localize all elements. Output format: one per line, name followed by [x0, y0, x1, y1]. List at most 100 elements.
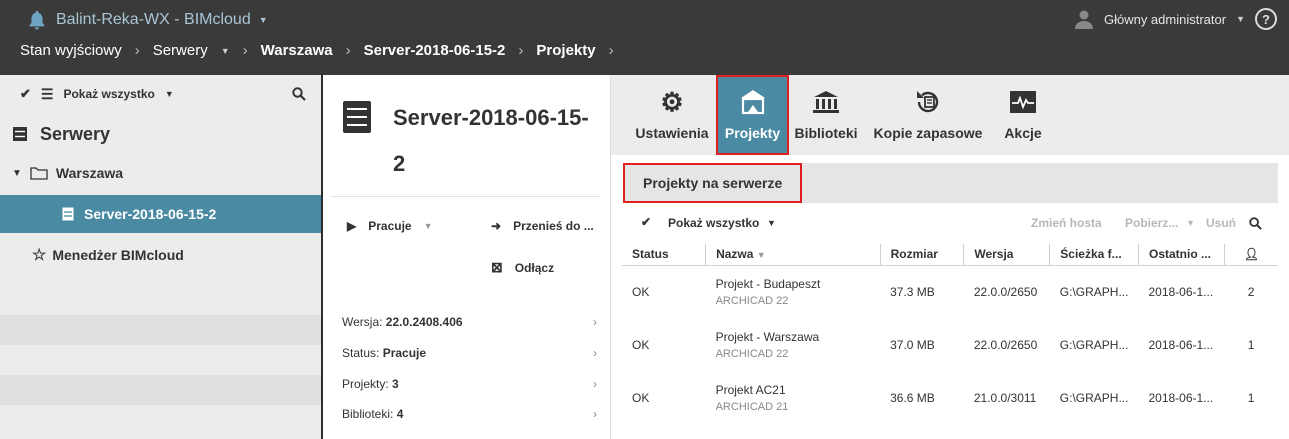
info-row-projects[interactable]: Projekty: 3 › — [342, 377, 597, 391]
caret-down-icon[interactable]: ▼ — [1236, 14, 1245, 24]
table-row[interactable]: OK Projekt - Warszawa ARCHICAD 22 37.0 MB… — [622, 318, 1278, 371]
sort-down-icon: ▼ — [756, 250, 766, 261]
tree-empty-row — [0, 375, 321, 405]
move-to-label: Przenieś do ... — [513, 219, 594, 233]
chevron-right-icon: › — [242, 42, 248, 59]
app-title-menu[interactable]: Balint-Reka-WX - BIMcloud ▼ — [26, 9, 268, 31]
cell-path: G:\GRAPH... — [1059, 337, 1129, 352]
bell-icon — [29, 10, 45, 30]
column-header-name[interactable]: Nazwa ▼ — [705, 244, 881, 266]
tab-libraries[interactable]: Biblioteki — [791, 75, 861, 155]
list-icon[interactable]: ☰ — [41, 86, 54, 103]
status-action-label: Pracuje — [368, 219, 412, 233]
project-app: ARCHICAD 22 — [715, 347, 789, 360]
caret-down-icon[interactable]: ▼ — [165, 89, 174, 99]
tree-item-warszawa[interactable]: ▼ Warszawa — [0, 161, 321, 185]
info-label: Biblioteki: — [342, 407, 394, 421]
info-value: 4 — [396, 407, 404, 421]
breadcrumb-item[interactable]: Serwery — [153, 42, 208, 59]
gear-icon: ⚙ — [660, 86, 684, 117]
user-icon — [1074, 10, 1093, 29]
chevron-right-icon: › — [345, 42, 351, 59]
breadcrumb-item[interactable]: Projekty — [536, 42, 595, 59]
tree-empty-row — [0, 315, 321, 345]
info-row-status[interactable]: Status: Pracuje › — [342, 346, 597, 360]
info-label: Wersja: — [342, 315, 383, 329]
column-header-users[interactable]: 👤︎ — [1223, 244, 1278, 266]
info-row-version[interactable]: Wersja: 22.0.2408.406 › — [342, 315, 597, 329]
cell-status: OK — [632, 284, 650, 299]
column-header[interactable]: Wersja — [963, 244, 1051, 266]
server-icon — [343, 101, 371, 133]
chevron-right-icon: › — [518, 42, 524, 59]
tab-settings[interactable]: ⚙ Ustawienia — [629, 75, 715, 155]
info-label: Status: — [342, 346, 380, 360]
tab-label: Akcje — [1004, 125, 1042, 141]
cell-version: 21.0.0/3011 — [973, 390, 1037, 405]
column-header[interactable]: Rozmiar — [879, 244, 965, 266]
tree-item-label: Warszawa — [55, 165, 124, 181]
cell-name: Projekt - Warszawa ARCHICAD 22 — [706, 318, 881, 371]
column-header: Nazwa — [716, 247, 754, 262]
user-area: Główny administrator ▼ ? — [1074, 8, 1277, 30]
search-icon[interactable] — [292, 87, 306, 101]
breadcrumb-item[interactable]: Stan wyjściowy — [20, 42, 122, 59]
caret-down-icon[interactable]: ▼ — [767, 218, 776, 228]
column-header[interactable]: Ścieżka f... — [1049, 244, 1139, 266]
filter-show-all[interactable]: Pokaż wszystko — [668, 216, 759, 230]
manager-icon: ☆ — [32, 247, 47, 264]
user-name[interactable]: Główny administrator — [1104, 12, 1226, 27]
tab-backups[interactable]: Kopie zapasowe — [869, 75, 987, 155]
table-row[interactable]: OK Projekt - Budapeszt ARCHICAD 22 37.3 M… — [622, 265, 1278, 318]
delete-button[interactable]: Usuń — [1206, 216, 1236, 230]
server-panel: Server-2018-06-15-2 ▶ Pracuje ▼ ➜ Przeni… — [323, 75, 611, 439]
tree-item-server[interactable]: Server-2018-06-15-2 — [0, 195, 321, 233]
disconnect-label: Odłącz — [514, 260, 555, 275]
projects-icon — [740, 90, 765, 115]
breadcrumb-item[interactable]: Warszawa — [261, 42, 333, 59]
disconnect-button[interactable]: ⊠ Odłącz — [491, 259, 554, 276]
info-row-libraries[interactable]: Biblioteki: 4 › — [342, 407, 597, 421]
caret-down-icon[interactable]: ▼ — [1186, 218, 1195, 228]
section-header: Projekty na serwerze — [623, 163, 1278, 203]
info-label: Projekty: — [342, 377, 389, 391]
tab-projects[interactable]: Projekty — [716, 75, 789, 155]
project-app: ARCHICAD 21 — [715, 400, 789, 413]
tab-label: Ustawienia — [635, 125, 709, 141]
column-header[interactable]: Ostatnio ... — [1137, 244, 1225, 266]
tree-item-label: Menedżer BIMcloud — [52, 247, 184, 263]
cell-status: OK — [632, 390, 650, 405]
breadcrumb-item[interactable]: Server-2018-06-15-2 — [364, 42, 506, 59]
table-toolbar: ✔ Pokaż wszystko ▼ Zmień hosta Pobierz..… — [641, 215, 1281, 235]
check-icon[interactable]: ✔ — [20, 86, 31, 102]
breadcrumb: Stan wyjściowy › Serwery ▼ › Warszawa › … — [20, 42, 614, 59]
check-icon[interactable]: ✔ — [641, 215, 651, 229]
column-header[interactable]: Status — [622, 244, 707, 266]
caret-down-icon[interactable]: ▼ — [12, 168, 22, 179]
content-panel: ⚙ Ustawienia Projekty Biblioteki Kopie z… — [611, 75, 1289, 439]
info-value: Pracuje — [382, 346, 427, 360]
cell-name: Projekt - Budapeszt ARCHICAD 22 — [706, 265, 881, 318]
cell-last: 2018-06-1... — [1148, 337, 1214, 352]
project-name: Projekt - Budapeszt — [715, 276, 821, 291]
search-icon[interactable] — [1249, 217, 1262, 230]
library-icon — [813, 91, 839, 113]
tree-section-servers[interactable]: Serwery — [0, 121, 321, 147]
filter-show-all[interactable]: Pokaż wszystko — [63, 87, 154, 101]
cell-path: G:\GRAPH... — [1059, 284, 1129, 299]
disconnect-icon: ⊠ — [491, 259, 503, 275]
caret-down-icon[interactable]: ▼ — [221, 46, 230, 56]
status-action-button[interactable]: ▶ Pracuje ▼ — [347, 219, 433, 233]
info-value: 22.0.2408.406 — [385, 315, 463, 329]
download-button[interactable]: Pobierz... — [1125, 216, 1178, 230]
tab-actions[interactable]: Akcje — [997, 75, 1049, 155]
tree-item-manager[interactable]: ☆ Menedżer BIMcloud — [0, 243, 321, 267]
chevron-right-icon: › — [593, 377, 597, 391]
caret-down-icon: ▼ — [423, 221, 433, 231]
folder-icon — [30, 167, 48, 180]
help-icon[interactable]: ? — [1255, 8, 1277, 30]
projects-table: Status Nazwa ▼ Rozmiar Wersja Ścieżka f.… — [622, 244, 1278, 424]
move-to-button[interactable]: ➜ Przenieś do ... — [491, 219, 594, 233]
change-host-button[interactable]: Zmień hosta — [1031, 216, 1102, 230]
table-row[interactable]: OK Projekt AC21 ARCHICAD 21 36.6 MB 21.0.… — [622, 371, 1278, 424]
